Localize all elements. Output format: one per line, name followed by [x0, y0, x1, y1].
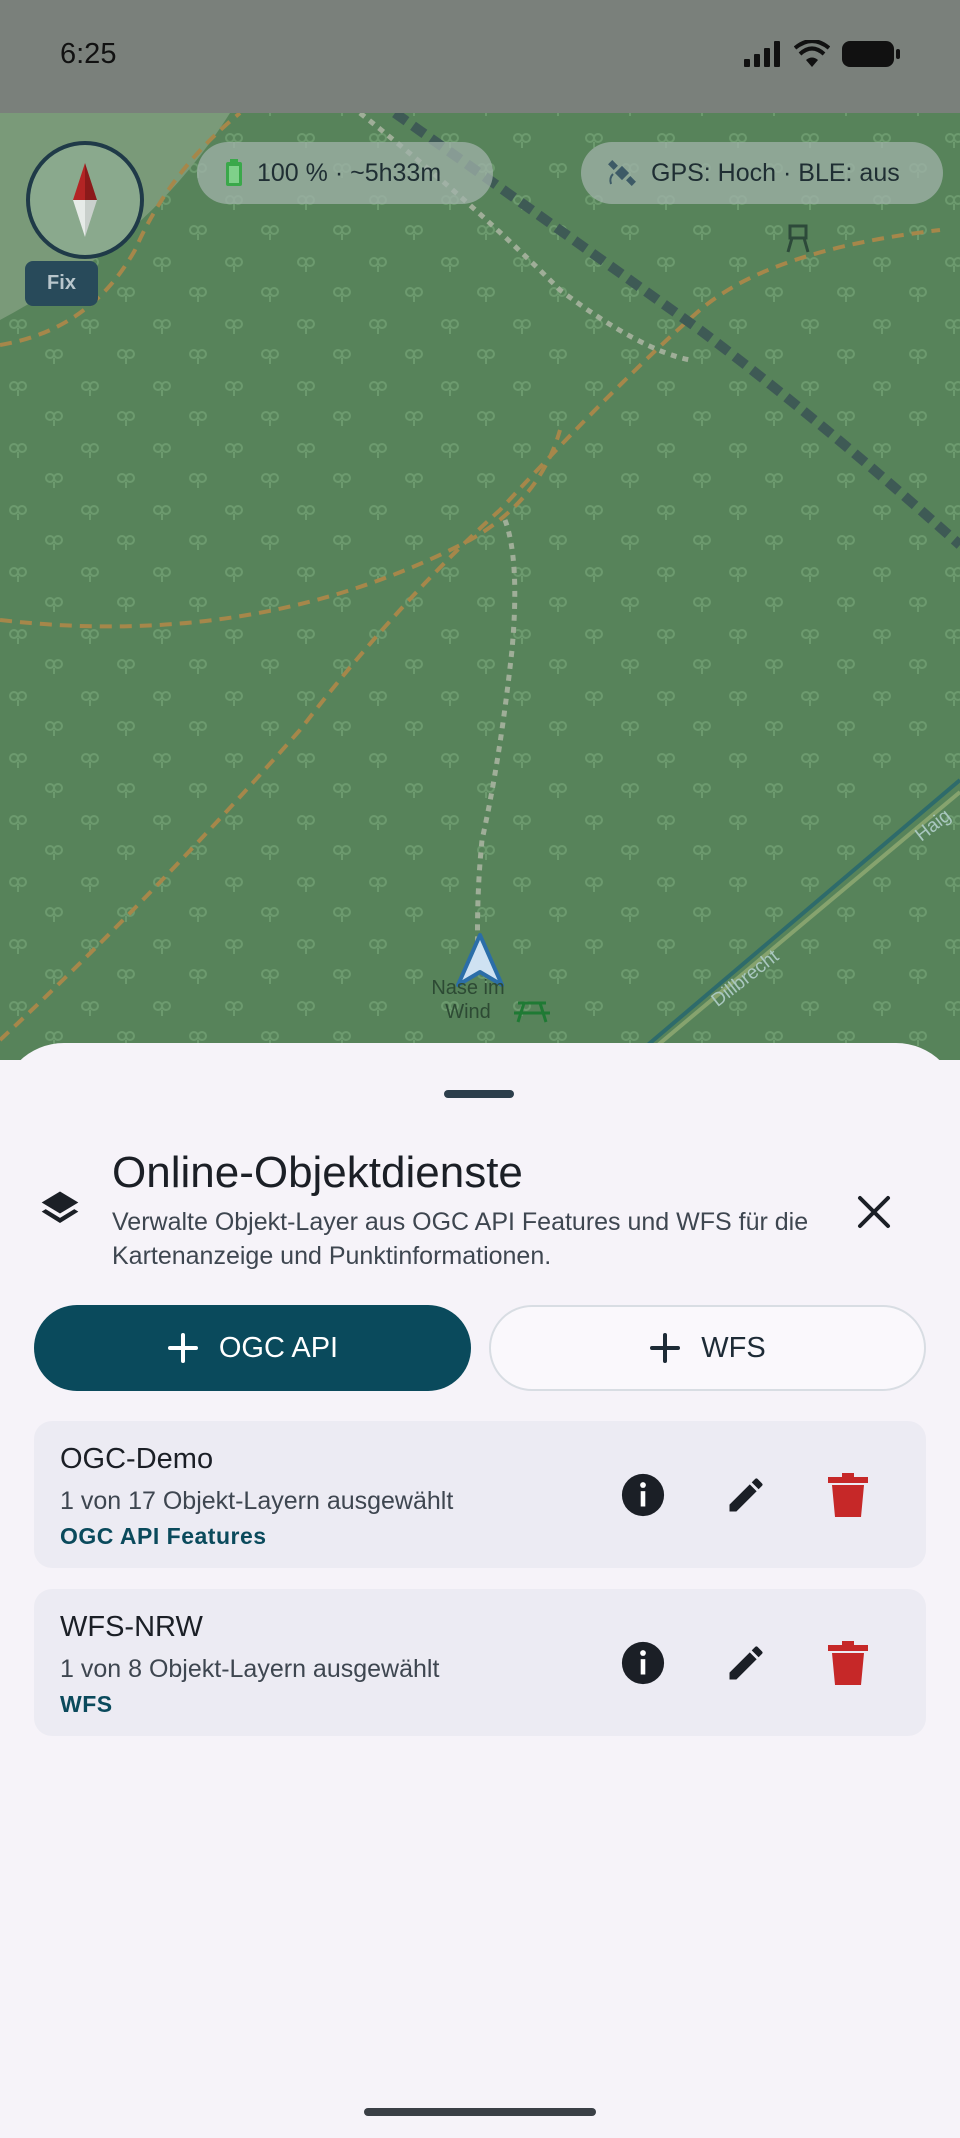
wifi-icon: [794, 40, 830, 67]
sheet-description: Verwalte Objekt-Layer aus OGC API Featur…: [112, 1208, 809, 1270]
battery-text: 100 % · ~5h33m: [257, 158, 442, 187]
add-ogc-api-button[interactable]: OGC API: [34, 1305, 471, 1391]
plus-icon: [167, 1332, 199, 1364]
home-indicator[interactable]: [364, 2108, 596, 2116]
delete-button[interactable]: [824, 1471, 872, 1519]
trash-icon: [828, 1473, 868, 1517]
compass-needle-icon: [73, 163, 97, 237]
battery-full-icon: [842, 41, 900, 67]
service-card[interactable]: OGC-Demo 1 von 17 Objekt-Layern ausgewäh…: [34, 1421, 926, 1568]
service-summary: 1 von 8 Objekt-Layern ausgewählt: [60, 1655, 440, 1683]
satellite-icon: [607, 158, 637, 188]
service-name: OGC-Demo: [60, 1443, 214, 1475]
gps-status-pill: GPS: Hoch · BLE: aus: [581, 142, 943, 204]
compass-button[interactable]: [26, 141, 144, 259]
service-type: OGC API Features: [60, 1523, 267, 1549]
status-bar: 6:25: [0, 0, 960, 113]
service-card[interactable]: WFS-NRW 1 von 8 Objekt-Layern ausgewählt…: [34, 1589, 926, 1736]
status-icons: [744, 40, 900, 68]
plus-icon: [649, 1332, 681, 1364]
pencil-icon: [729, 1478, 763, 1512]
delete-button[interactable]: [824, 1639, 872, 1687]
info-icon: [621, 1641, 665, 1685]
drag-handle[interactable]: [444, 1090, 514, 1098]
pencil-icon: [729, 1646, 763, 1680]
battery-status-pill: 100 % · ~5h33m: [197, 142, 493, 204]
close-button[interactable]: [852, 1190, 896, 1234]
service-type: WFS: [60, 1691, 113, 1717]
add-wfs-label: WFS: [701, 1331, 766, 1364]
info-button[interactable]: [619, 1639, 667, 1687]
poi-label: Nase im Wind: [431, 977, 505, 1023]
service-summary: 1 von 17 Objekt-Layern ausgewählt: [60, 1487, 454, 1515]
layers-icon: [38, 1186, 82, 1235]
sheet-title: Online-Objektdienste: [112, 1148, 523, 1197]
status-time: 6:25: [60, 38, 117, 70]
add-wfs-button[interactable]: WFS: [489, 1305, 926, 1391]
service-name: WFS-NRW: [60, 1611, 203, 1643]
map-view[interactable]: Nase im Wind Dillbrecht Haig Fix 100 % ·…: [0, 0, 960, 1060]
info-button[interactable]: [619, 1471, 667, 1519]
edit-button[interactable]: [722, 1471, 770, 1519]
close-icon: [858, 1196, 890, 1228]
trash-icon: [828, 1641, 868, 1685]
edit-button[interactable]: [722, 1639, 770, 1687]
fix-button[interactable]: Fix: [25, 261, 98, 306]
add-ogc-api-label: OGC API: [218, 1331, 339, 1364]
battery-icon: [225, 159, 243, 187]
info-icon: [621, 1473, 665, 1517]
gps-text: GPS: Hoch · BLE: aus: [651, 158, 900, 187]
cellular-signal-icon: [744, 41, 780, 67]
